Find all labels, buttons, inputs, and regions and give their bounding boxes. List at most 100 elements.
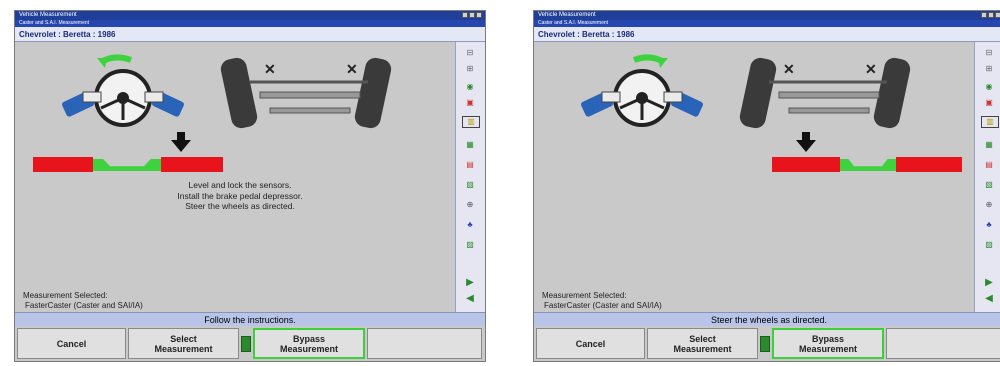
sub-title-bar: Caster and S.A.I. Measurement [15,20,485,27]
measurement-selected: Measurement Selected: FasterCaster (Cast… [23,291,143,311]
select-measurement-label: Select Measurement [154,333,213,354]
axle-illustration: ✕ ✕ [739,57,911,129]
empty-button[interactable] [367,328,482,359]
select-measurement-button[interactable]: Select Measurement [128,328,239,359]
window-controls [981,12,1000,18]
window-title: Vehicle Measurement [19,12,77,18]
svg-text:✕: ✕ [264,61,276,77]
button-row: Cancel Select Measurement Bypass Measure… [15,326,485,361]
caster-icon[interactable]: ⊞ [981,64,997,74]
empty-button[interactable] [886,328,1000,359]
print-icon[interactable]: ♣ [981,220,997,230]
cancel-label: Cancel [56,338,87,349]
bypass-measurement-label: Bypass Measurement [279,333,339,354]
toe-icon[interactable]: ◉ [981,82,997,92]
steering-wheel-illustration [62,54,184,127]
red-zone-right [161,157,223,172]
green-zone [840,159,896,171]
next-icon[interactable]: ▶ [462,278,478,288]
measurement-value: FasterCaster (Caster and SAI/IA) [544,301,662,310]
maximize-button[interactable] [988,12,994,18]
maximize-button[interactable] [469,12,475,18]
close-button[interactable] [995,12,1000,18]
steer-indicator-bar [772,157,962,172]
down-arrow-icon [796,140,816,152]
alignment-window-right: Vehicle Measurement Caster and S.A.I. Me… [533,10,1000,362]
camber-icon[interactable]: ⊟ [981,48,997,58]
arrow-stem [177,132,185,141]
toe-icon[interactable]: ◉ [462,82,478,92]
setback-icon[interactable]: ▥ [981,116,999,128]
back-icon[interactable]: ◀ [462,294,478,304]
minimize-button[interactable] [462,12,468,18]
toolbar-sidebar: ⊟ ⊞ ◉ ▣ ▥ ▦ ▤ ▧ ⊕ ♣ ▨ ▶ ◀ [974,42,1000,312]
sub-title: Caster and S.A.I. Measurement [538,20,609,26]
battery-icon [241,336,251,352]
vehicle-name: Chevrolet : Beretta : 1986 [19,30,116,39]
axle-illustration: ✕ ✕ [220,57,392,129]
title-bar: Vehicle Measurement [534,11,1000,20]
info-icon[interactable]: ⊕ [462,200,478,210]
battery-icon [760,336,770,352]
status-bar: Steer the wheels as directed. [534,312,1000,326]
measurement-heading: Measurement Selected: [23,291,108,300]
measurement-selected: Measurement Selected: FasterCaster (Cast… [542,291,662,311]
info-icon[interactable]: ⊕ [981,200,997,210]
measurement-heading: Measurement Selected: [542,291,627,300]
main-panel: ✕ ✕ Level and lock the sensors. Install … [15,42,457,312]
print-icon[interactable]: ♣ [462,220,478,230]
caster-icon[interactable]: ⊞ [462,64,478,74]
instruction-line: Steer the wheels as directed. [185,201,295,211]
select-measurement-label: Select Measurement [673,333,732,354]
setup-icon[interactable]: ▨ [462,240,478,250]
steer-indicator-bar [33,157,223,172]
instruction-line: Level and lock the sensors. [188,180,292,190]
next-icon[interactable]: ▶ [981,278,997,288]
steering-wheel-illustration [581,54,703,127]
bypass-measurement-button[interactable]: Bypass Measurement [253,328,365,359]
minimize-button[interactable] [981,12,987,18]
sai-icon[interactable]: ▣ [981,98,997,108]
arrow-stem [802,132,810,141]
sub-title-bar: Caster and S.A.I. Measurement [534,20,1000,27]
wheel-icon[interactable]: ▧ [981,180,997,190]
adjust-icon[interactable]: ▤ [981,160,997,170]
svg-text:✕: ✕ [783,61,795,77]
cancel-button[interactable]: Cancel [536,328,645,359]
camber-icon[interactable]: ⊟ [462,48,478,58]
red-zone-right [896,157,962,172]
vehicle-header: Chevrolet : Beretta : 1986 [15,27,485,42]
bypass-measurement-label: Bypass Measurement [798,333,858,354]
thrust-icon[interactable]: ▦ [981,140,997,150]
wheel-icon[interactable]: ▧ [462,180,478,190]
setup-icon[interactable]: ▨ [981,240,997,250]
green-zone [93,159,161,171]
close-button[interactable] [476,12,482,18]
adjust-icon[interactable]: ▤ [462,160,478,170]
vehicle-header: Chevrolet : Beretta : 1986 [534,27,1000,42]
red-zone-left [33,157,93,172]
select-measurement-button[interactable]: Select Measurement [647,328,758,359]
window-controls [462,12,482,18]
instruction-line: Install the brake pedal depressor. [177,190,303,201]
toolbar-sidebar: ⊟ ⊞ ◉ ▣ ▥ ▦ ▤ ▧ ⊕ ♣ ▨ ▶ ◀ [455,42,485,312]
sub-title: Caster and S.A.I. Measurement [19,20,90,26]
bypass-measurement-button[interactable]: Bypass Measurement [772,328,884,359]
status-bar: Follow the instructions. [15,312,485,326]
back-icon[interactable]: ◀ [981,294,997,304]
red-zone-left [772,157,840,172]
setback-icon[interactable]: ▥ [462,116,480,128]
title-bar: Vehicle Measurement [15,11,485,20]
svg-text:✕: ✕ [346,61,358,77]
cancel-button[interactable]: Cancel [17,328,126,359]
sai-icon[interactable]: ▣ [462,98,478,108]
instructions-text: Level and lock the sensors. Install the … [135,180,345,212]
button-row: Cancel Select Measurement Bypass Measure… [534,326,1000,361]
window-title: Vehicle Measurement [538,12,596,18]
down-arrow-icon [171,140,191,152]
svg-text:✕: ✕ [865,61,877,77]
vehicle-name: Chevrolet : Beretta : 1986 [538,30,635,39]
thrust-icon[interactable]: ▦ [462,140,478,150]
alignment-window-left: Vehicle Measurement Caster and S.A.I. Me… [14,10,486,362]
cancel-label: Cancel [575,338,606,349]
